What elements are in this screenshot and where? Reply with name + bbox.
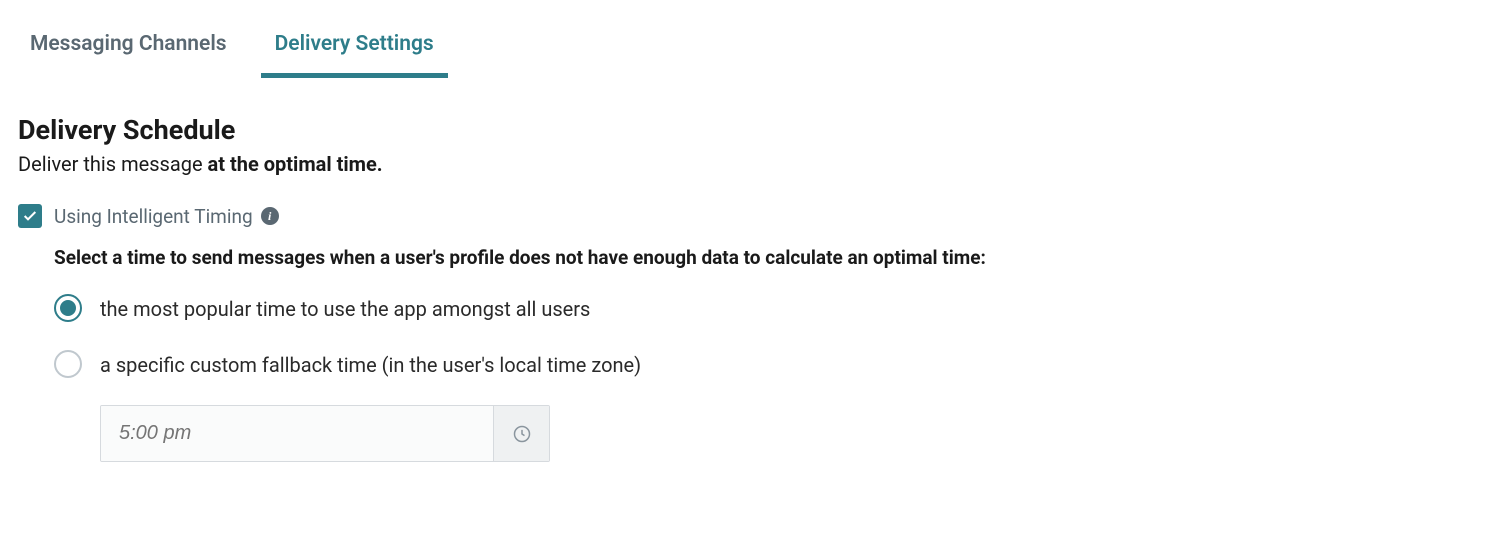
section-sub-prefix: Deliver this message [18, 152, 208, 176]
intelligent-timing-checkbox[interactable] [18, 204, 42, 228]
radio-row-custom: a specific custom fallback time (in the … [54, 349, 1470, 381]
clock-icon [512, 424, 532, 444]
section-title: Delivery Schedule [18, 114, 1470, 146]
section-sub-bold: at the optimal time. [208, 152, 383, 176]
section-subtitle: Deliver this message at the optimal time… [18, 152, 1470, 176]
check-icon [22, 208, 38, 224]
tab-messaging-channels[interactable]: Messaging Channels [30, 20, 227, 74]
fallback-time-input-wrapper [100, 405, 550, 462]
time-picker-button[interactable] [493, 406, 549, 461]
radio-popular-time[interactable] [54, 294, 82, 322]
radio-custom-label: a specific custom fallback time (in the … [100, 349, 641, 381]
intelligent-timing-row: Using Intelligent Timing i [18, 204, 1470, 228]
radio-row-popular: the most popular time to use the app amo… [54, 293, 1470, 325]
fallback-prompt: Select a time to send messages when a us… [54, 246, 1470, 269]
fallback-time-input[interactable] [101, 406, 493, 461]
radio-popular-label: the most popular time to use the app amo… [100, 293, 590, 325]
intelligent-timing-label: Using Intelligent Timing [54, 205, 253, 228]
tabs-container: Messaging Channels Delivery Settings [18, 20, 1470, 74]
radio-custom-time[interactable] [54, 350, 82, 378]
fallback-radio-group: the most popular time to use the app amo… [54, 293, 1470, 381]
info-icon[interactable]: i [261, 207, 279, 225]
tab-delivery-settings[interactable]: Delivery Settings [275, 20, 434, 74]
